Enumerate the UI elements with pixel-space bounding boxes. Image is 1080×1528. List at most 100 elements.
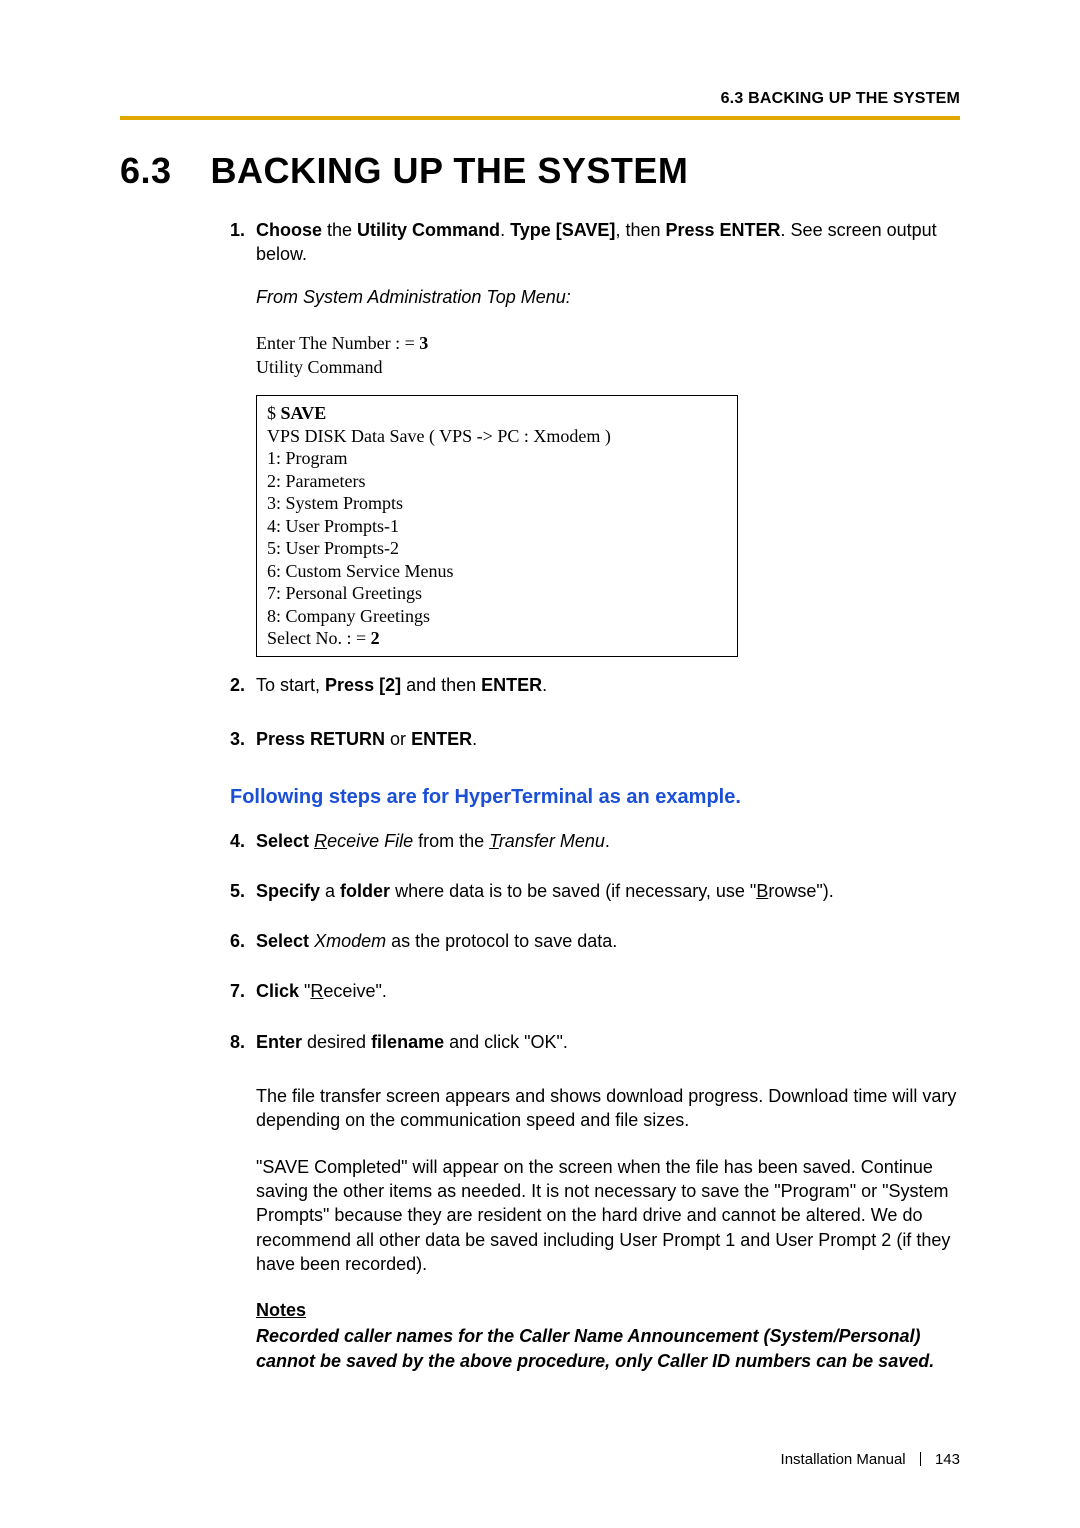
text: folder: [340, 881, 390, 901]
text: the: [322, 220, 357, 240]
text: $: [267, 403, 281, 423]
section-title: 6.3 BACKING UP THE SYSTEM: [120, 150, 960, 192]
text: Specify: [256, 881, 320, 901]
step-4-body: Select Receive File from the Transfer Me…: [256, 829, 960, 853]
terminal-line: VPS DISK Data Save ( VPS -> PC : Xmodem …: [267, 425, 727, 448]
step-7-num: 7.: [230, 979, 256, 1003]
terminal-line: $ SAVE: [267, 402, 727, 425]
step-2-body: To start, Press [2] and then ENTER.: [256, 673, 960, 697]
terminal-line: 8: Company Greetings: [267, 605, 727, 628]
from-menu-line: From System Administration Top Menu:: [256, 285, 960, 309]
text: where data is to be saved (if necessary,…: [390, 881, 756, 901]
text: ENTER: [481, 675, 542, 695]
text: Select: [256, 931, 309, 951]
text: from the: [413, 831, 489, 851]
terminal-line: 7: Personal Greetings: [267, 582, 727, 605]
text: eceive File: [327, 831, 413, 851]
spacer: [230, 919, 960, 929]
text: ransfer Menu: [499, 831, 605, 851]
step-6: 6. Select Xmodem as the protocol to save…: [230, 929, 960, 953]
text: Select: [256, 831, 309, 851]
text: Enter: [256, 1032, 302, 1052]
spacer: [230, 869, 960, 879]
running-head: 6.3 BACKING UP THE SYSTEM: [120, 90, 960, 108]
text: and then: [401, 675, 481, 695]
text: T: [489, 831, 499, 851]
terminal-line: 6: Custom Service Menus: [267, 560, 727, 583]
text: eceive".: [323, 981, 386, 1001]
text: ": [299, 981, 310, 1001]
step-1-num: 1.: [230, 218, 256, 267]
step-3-body: Press RETURN or ENTER.: [256, 727, 960, 751]
step-3: 3. Press RETURN or ENTER.: [230, 727, 960, 751]
text: Press RETURN: [256, 729, 385, 749]
text: .: [605, 831, 610, 851]
text: R: [314, 831, 327, 851]
step-8-num: 8.: [230, 1030, 256, 1054]
page: 6.3 BACKING UP THE SYSTEM 6.3 BACKING UP…: [0, 0, 1080, 1528]
terminal-line: 1: Program: [267, 447, 727, 470]
terminal-line: 5: User Prompts-2: [267, 537, 727, 560]
text: ENTER: [411, 729, 472, 749]
step-5: 5. Specify a folder where data is to be …: [230, 879, 960, 903]
footer-page-number: 143: [935, 1451, 960, 1468]
terminal-line: Select No. : = 2: [267, 627, 727, 650]
footer-separator: [920, 1452, 921, 1466]
text: Xmodem: [314, 931, 386, 951]
content: 1. Choose the Utility Command. Type [SAV…: [230, 218, 960, 1373]
footer: Installation Manual 143: [781, 1451, 960, 1468]
text: Click: [256, 981, 299, 1001]
terminal-line: 3: System Prompts: [267, 492, 727, 515]
text: Choose: [256, 220, 322, 240]
footer-manual: Installation Manual: [781, 1451, 906, 1468]
section-number: 6.3: [120, 150, 200, 192]
step-4-num: 4.: [230, 829, 256, 853]
notes-heading: Notes: [256, 1298, 960, 1322]
section-title-text: BACKING UP THE SYSTEM: [211, 150, 689, 191]
text: Select No. : =: [267, 628, 371, 648]
text: .: [472, 729, 477, 749]
step-1: 1. Choose the Utility Command. Type [SAV…: [230, 218, 960, 267]
text: a: [320, 881, 340, 901]
text: or: [385, 729, 411, 749]
spacer: [230, 969, 960, 979]
text: Press [2]: [325, 675, 401, 695]
text: 2: [371, 628, 380, 648]
terminal-line: 2: Parameters: [267, 470, 727, 493]
terminal-line: Enter The Number : = 3: [256, 331, 960, 355]
paragraph-save-completed: "SAVE Completed" will appear on the scre…: [256, 1155, 960, 1276]
paragraph-download-info: The file transfer screen appears and sho…: [256, 1084, 960, 1133]
text: B: [756, 881, 768, 901]
step-6-num: 6.: [230, 929, 256, 953]
step-4: 4. Select Receive File from the Transfer…: [230, 829, 960, 853]
text: 3: [419, 333, 428, 353]
text: Enter The Number : =: [256, 333, 419, 353]
text: , then: [615, 220, 665, 240]
text: Transfer Menu: [489, 831, 605, 851]
step-1-body: Choose the Utility Command. Type [SAVE],…: [256, 218, 960, 267]
text: SAVE: [281, 403, 327, 423]
step-5-body: Specify a folder where data is to be sav…: [256, 879, 960, 903]
text: Utility Command: [357, 220, 500, 240]
step-8: 8. Enter desired filename and click "OK"…: [230, 1030, 960, 1054]
step-5-num: 5.: [230, 879, 256, 903]
step-6-body: Select Xmodem as the protocol to save da…: [256, 929, 960, 953]
spacer: [230, 1020, 960, 1030]
text: To start,: [256, 675, 325, 695]
notes-body: Recorded caller names for the Caller Nam…: [256, 1324, 960, 1373]
text: R: [310, 981, 323, 1001]
terminal-line: 4: User Prompts-1: [267, 515, 727, 538]
terminal-line: Utility Command: [256, 355, 960, 379]
spacer: [230, 1070, 960, 1084]
text: desired: [302, 1032, 371, 1052]
step-7: 7. Click "Receive".: [230, 979, 960, 1003]
text: .: [542, 675, 547, 695]
terminal-box: $ SAVE VPS DISK Data Save ( VPS -> PC : …: [256, 395, 738, 657]
spacer: [230, 713, 960, 727]
text: rowse").: [768, 881, 833, 901]
text: .: [500, 220, 510, 240]
step-2-num: 2.: [230, 673, 256, 697]
text: Receive File: [314, 831, 413, 851]
text: Type [SAVE]: [510, 220, 615, 240]
text: filename: [371, 1032, 444, 1052]
